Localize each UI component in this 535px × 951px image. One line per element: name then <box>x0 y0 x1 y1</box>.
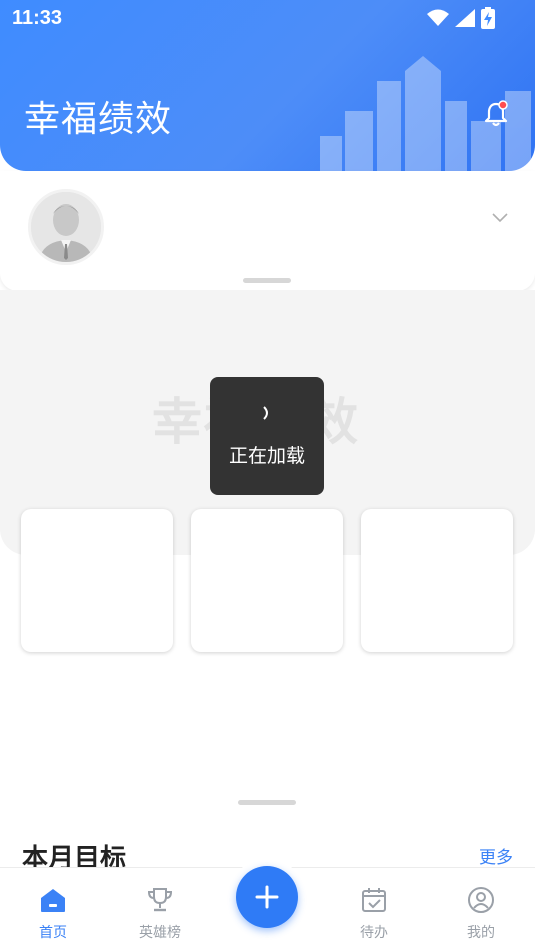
notification-dot <box>498 100 508 110</box>
add-button[interactable] <box>236 866 298 928</box>
chevron-down-icon[interactable] <box>492 213 508 223</box>
calendar-check-icon <box>362 888 386 912</box>
stat-card[interactable] <box>191 509 343 652</box>
profile-card[interactable] <box>0 171 535 291</box>
status-bar: 11:33 <box>0 0 535 36</box>
default-avatar-icon <box>31 192 101 262</box>
battery-charging-icon <box>481 7 495 29</box>
signal-icon <box>455 9 475 27</box>
loading-text: 正在加载 <box>228 445 305 467</box>
home-icon <box>41 889 65 912</box>
nav-item-home[interactable]: 首页 <box>8 868 98 951</box>
nav-item-heroes[interactable]: 英雄榜 <box>115 868 205 951</box>
drag-handle[interactable] <box>238 800 296 805</box>
user-circle-icon <box>468 887 494 913</box>
nav-label: 我的 <box>467 925 495 941</box>
nav-item-mine[interactable]: 我的 <box>436 868 526 951</box>
header: 11:33 幸福绩效 <box>0 0 535 171</box>
more-link[interactable]: 更多 <box>479 843 513 868</box>
nav-label: 待办 <box>360 925 388 941</box>
status-time: 11:33 <box>12 7 63 29</box>
avatar[interactable] <box>28 189 104 265</box>
stat-card[interactable] <box>361 509 513 652</box>
trophy-icon <box>147 888 173 912</box>
wifi-icon <box>427 9 449 26</box>
loading-toast: 正在加载 <box>210 377 324 495</box>
app-screen: 11:33 幸福绩效 正在加载 本月目标 更多 首页 英雄榜 待办 我的 <box>0 0 535 951</box>
status-icons <box>427 7 495 29</box>
nav-label: 英雄榜 <box>139 925 181 941</box>
stat-card[interactable] <box>21 509 173 652</box>
nav-label: 首页 <box>39 925 67 941</box>
nav-item-todo[interactable]: 待办 <box>329 868 419 951</box>
drag-handle[interactable] <box>243 278 291 283</box>
app-title: 幸福绩效 <box>24 99 173 140</box>
plus-icon <box>255 885 279 909</box>
spinner-icon <box>263 406 268 420</box>
bell-icon[interactable] <box>483 100 509 128</box>
